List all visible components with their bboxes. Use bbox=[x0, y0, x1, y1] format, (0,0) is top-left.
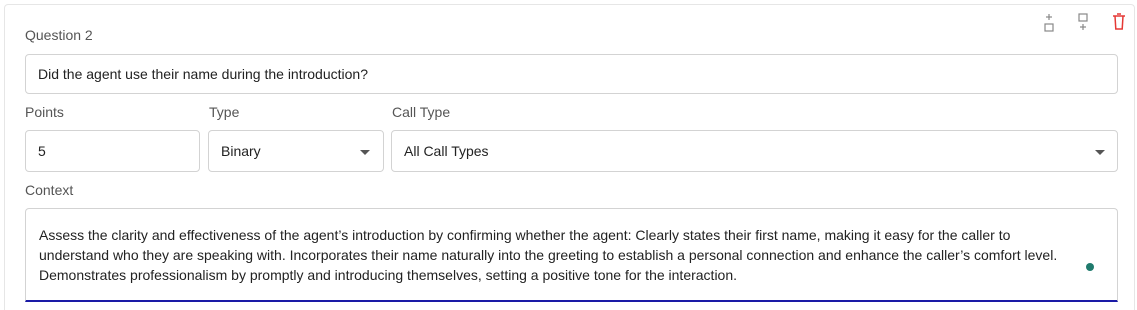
points-value: 5 bbox=[38, 143, 46, 159]
context-textarea[interactable]: Assess the clarity and effectiveness of … bbox=[25, 208, 1118, 302]
insert-above-icon[interactable] bbox=[1042, 13, 1056, 33]
points-label: Points bbox=[25, 104, 64, 120]
question-title: Question 2 bbox=[25, 27, 93, 43]
type-value: Binary bbox=[221, 143, 261, 159]
question-text-value: Did the agent use their name during the … bbox=[38, 66, 368, 82]
question-text-input[interactable]: Did the agent use their name during the … bbox=[25, 54, 1118, 94]
insert-below-icon[interactable] bbox=[1076, 13, 1090, 33]
call-type-label: Call Type bbox=[392, 104, 451, 120]
type-select[interactable]: Binary bbox=[208, 130, 384, 172]
trash-icon[interactable] bbox=[1112, 13, 1126, 31]
call-type-select[interactable]: All Call Types bbox=[391, 130, 1118, 172]
context-text: Assess the clarity and effectiveness of … bbox=[39, 227, 1058, 283]
call-type-value: All Call Types bbox=[404, 143, 489, 159]
points-input[interactable]: 5 bbox=[25, 130, 200, 172]
chevron-down-icon bbox=[360, 150, 370, 155]
status-dot bbox=[1086, 263, 1094, 271]
context-label: Context bbox=[25, 182, 74, 198]
chevron-down-icon bbox=[1095, 150, 1105, 155]
type-label: Type bbox=[209, 104, 240, 120]
